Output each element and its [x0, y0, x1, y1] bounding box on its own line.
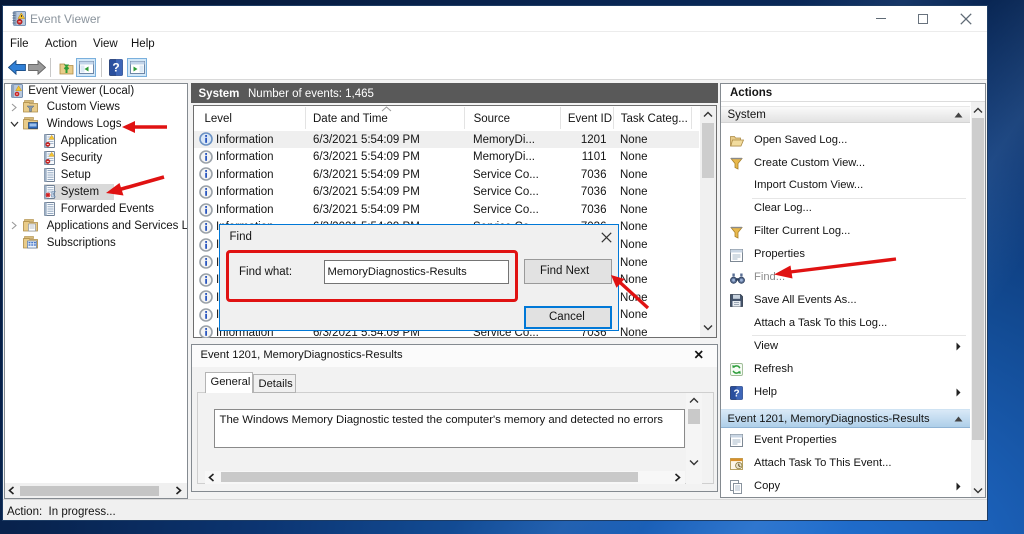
svg-text:?: ? [733, 389, 739, 400]
svg-text:?: ? [112, 61, 119, 75]
